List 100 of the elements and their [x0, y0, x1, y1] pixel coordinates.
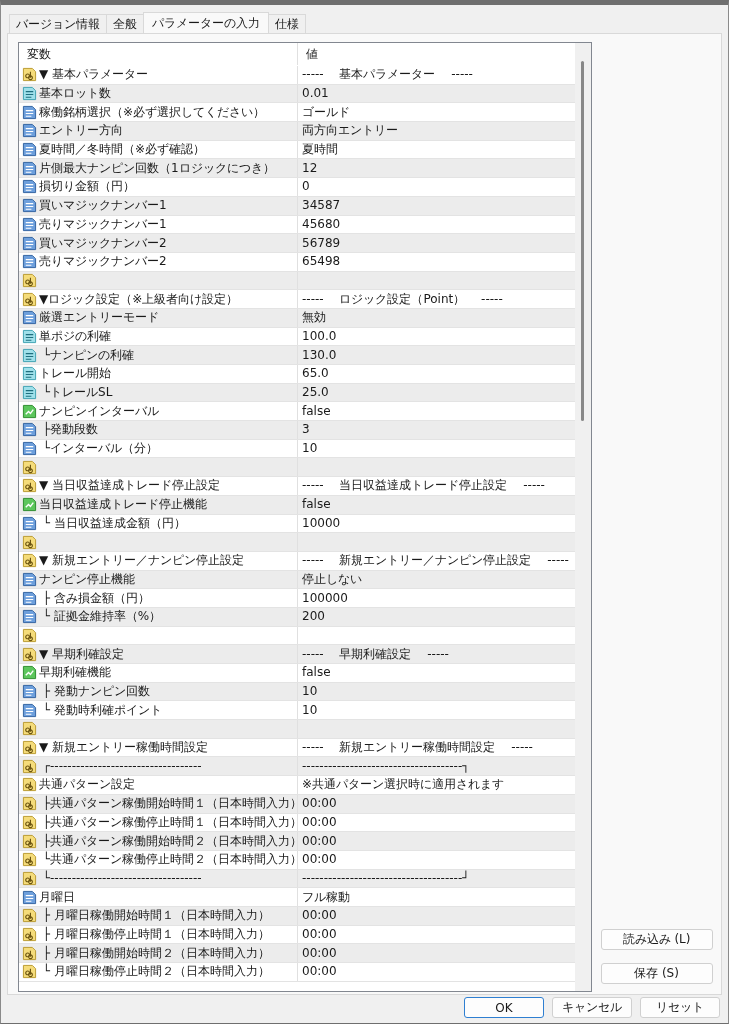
parameter-name: 売りマジックナンバー2 — [39, 254, 167, 270]
text-type-icon — [22, 758, 37, 774]
tab[interactable]: バージョン情報 — [9, 14, 107, 33]
parameter-name: ▼ロジック設定（※上級者向け設定） — [39, 291, 239, 307]
parameter-value[interactable]: 00:00 — [302, 964, 337, 980]
parameter-value[interactable]: -------------------------------------┘ — [302, 870, 470, 886]
parameter-name: ▼ 基本パラメーター — [39, 67, 149, 83]
text-type-icon — [22, 534, 37, 550]
parameter-value[interactable]: 65.0 — [302, 366, 329, 382]
parameter-value[interactable]: 65498 — [302, 254, 341, 270]
text-type-icon — [22, 777, 37, 793]
parameter-name: ナンピン停止機能 — [39, 571, 135, 587]
parameter-value[interactable]: 10 — [302, 441, 318, 457]
parameter-name: 月曜日 — [39, 889, 75, 905]
parameter-value[interactable]: 200 — [302, 609, 325, 625]
integer-type-icon — [22, 235, 37, 251]
parameter-value[interactable]: 0.01 — [302, 86, 329, 102]
dialog-button[interactable]: キャンセル — [552, 997, 632, 1018]
parameter-value[interactable]: 130.0 — [302, 347, 337, 363]
text-type-icon — [22, 796, 37, 812]
parameter-name: ▼ 当日収益達成トレード停止設定 — [39, 478, 221, 494]
parameter-value[interactable]: 00:00 — [302, 814, 337, 830]
parameter-name: 単ポジの利確 — [39, 328, 111, 344]
parameter-name: 買いマジックナンバー2 — [39, 235, 167, 251]
parameter-value[interactable]: 00:00 — [302, 833, 337, 849]
tab[interactable]: 全般 — [106, 14, 144, 33]
parameter-name: ├ 含み損金額（円） — [41, 590, 150, 606]
parameter-value[interactable]: ※共通パターン選択時に適用されます — [302, 777, 505, 793]
parameter-value[interactable]: ゴールド — [302, 104, 350, 120]
parameter-value[interactable]: false — [302, 403, 331, 419]
text-type-icon — [22, 646, 37, 662]
tab[interactable]: パラメーターの入力 — [143, 12, 269, 33]
parameter-value[interactable]: 56789 — [302, 235, 341, 251]
parameter-value[interactable]: フル稼動 — [302, 889, 350, 905]
parameter-value[interactable]: 停止しない — [302, 571, 362, 587]
parameter-name: └ 当日収益達成金額（円） — [41, 515, 186, 531]
dialog-button[interactable]: OK — [464, 997, 544, 1018]
side-button[interactable]: 保存 (S) — [600, 963, 713, 984]
parameter-value[interactable]: ----- 基本パラメーター ----- — [302, 67, 473, 83]
side-button[interactable]: 読み込み (L) — [600, 929, 713, 950]
parameter-name: └ 月曜日稼働停止時間２（日本時間入力） — [41, 964, 270, 980]
parameter-value[interactable]: 10 — [302, 702, 318, 718]
parameter-value[interactable]: false — [302, 497, 331, 513]
parameter-value[interactable]: 00:00 — [302, 908, 337, 924]
parameter-value[interactable]: 00:00 — [302, 852, 337, 868]
parameter-name: 厳選エントリーモード — [39, 310, 159, 326]
decimal-type-icon — [22, 347, 37, 363]
parameter-value[interactable]: ----- 新規エントリー／ナンピン停止設定 ----- — [302, 553, 569, 569]
parameter-value[interactable]: -------------------------------------┐ — [302, 758, 470, 774]
parameter-value[interactable]: 00:00 — [302, 926, 337, 942]
parameter-name: 稼働銘柄選択（※必ず選択してください） — [39, 104, 266, 120]
parameter-value[interactable]: 00:00 — [302, 796, 337, 812]
parameter-name: ├共通パターン稼働開始時間１（日本時間入力） — [41, 796, 297, 812]
text-type-icon — [22, 870, 37, 886]
parameter-name: 買いマジックナンバー1 — [39, 198, 167, 214]
parameter-value[interactable]: ----- ロジック設定（Point） ----- — [302, 291, 503, 307]
parameter-name: ├ 月曜日稼働開始時間２（日本時間入力） — [41, 945, 270, 961]
parameter-value[interactable]: 45680 — [302, 216, 341, 232]
parameter-name: ▼ 早期利確設定 — [39, 646, 125, 662]
parameter-value[interactable]: 0 — [302, 179, 310, 195]
tab[interactable]: 仕様 — [268, 14, 306, 33]
parameter-name: 損切り金額（円） — [39, 179, 135, 195]
integer-type-icon — [22, 422, 37, 438]
integer-type-icon — [22, 123, 37, 139]
parameter-value[interactable]: 12 — [302, 160, 318, 176]
parameter-value[interactable]: 10 — [302, 684, 318, 700]
integer-type-icon — [22, 571, 37, 587]
text-type-icon — [22, 272, 37, 288]
parameter-name: 早期利確機能 — [39, 665, 111, 681]
parameter-value[interactable]: 夏時間 — [302, 142, 338, 158]
integer-type-icon — [22, 198, 37, 214]
parameter-value[interactable]: 34587 — [302, 198, 341, 214]
boolean-type-icon — [22, 497, 37, 513]
parameter-name: ▼ 新規エントリー／ナンピン停止設定 — [39, 553, 245, 569]
parameter-value[interactable]: 無効 — [302, 310, 326, 326]
parameter-value[interactable]: ----- 当日収益達成トレード停止設定 ----- — [302, 478, 545, 494]
text-type-icon — [22, 852, 37, 868]
parameter-name: ├発動段数 — [41, 422, 99, 438]
parameter-value[interactable]: ----- 早期利確設定 ----- — [302, 646, 449, 662]
integer-type-icon — [22, 310, 37, 326]
parameter-value[interactable]: 3 — [302, 422, 310, 438]
parameter-name: 当日収益達成トレード停止機能 — [39, 497, 207, 513]
text-type-icon — [22, 740, 37, 756]
integer-type-icon — [22, 609, 37, 625]
parameter-value[interactable]: 10000 — [302, 515, 341, 531]
parameter-name: 共通パターン設定 — [39, 777, 135, 793]
dialog-button[interactable]: リセット — [640, 997, 720, 1018]
parameter-value[interactable]: 00:00 — [302, 945, 337, 961]
decimal-type-icon — [22, 385, 37, 401]
parameter-value[interactable]: 25.0 — [302, 385, 329, 401]
parameter-value[interactable]: 両方向エントリー — [302, 123, 398, 139]
parameter-name: ├ 発動ナンピン回数 — [41, 684, 150, 700]
parameter-value[interactable]: ----- 新規エントリー稼働時間設定 ----- — [302, 740, 533, 756]
scrollbar-thumb[interactable] — [581, 61, 584, 421]
parameter-value[interactable]: false — [302, 665, 331, 681]
parameter-value[interactable]: 100.0 — [302, 328, 337, 344]
parameter-name: └インターバル（分） — [41, 441, 159, 457]
parameter-name: ├共通パターン稼働開始時間２（日本時間入力） — [41, 833, 297, 849]
parameter-value[interactable]: 100000 — [302, 590, 348, 606]
text-type-icon — [22, 964, 37, 980]
